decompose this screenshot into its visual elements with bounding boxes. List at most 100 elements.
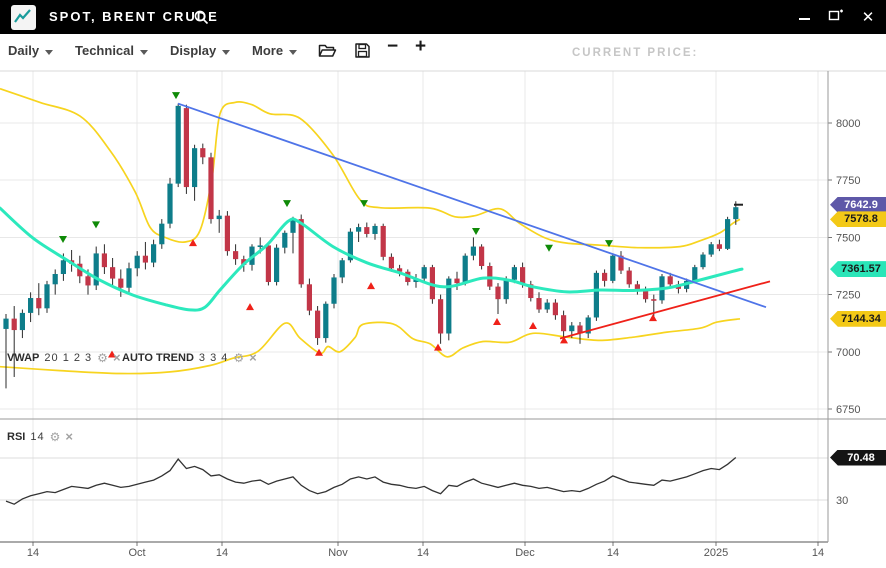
svg-text:Oct: Oct [128, 547, 145, 559]
candle [479, 244, 484, 269]
buy-signal-icon [529, 322, 537, 329]
candle [618, 251, 623, 274]
sell-signal-icon [472, 228, 480, 235]
svg-text:14: 14 [607, 547, 619, 559]
candle [36, 283, 41, 315]
gear-icon[interactable]: ⚙ [97, 352, 108, 364]
gear-icon[interactable]: ⚙ [233, 352, 244, 364]
candle [594, 271, 599, 321]
candle [94, 247, 99, 290]
toolbar: Daily Technical Display More − + CURRENT… [0, 34, 886, 70]
trend-lines [178, 104, 770, 339]
app-logo-icon [11, 5, 36, 30]
rsi-value-tag: 70.48 [830, 450, 886, 466]
buy-signal-icon [493, 318, 501, 325]
candle [126, 263, 131, 293]
grid-lines [0, 71, 832, 546]
chart-area[interactable]: 8000775075007250700067503014Oct14Nov14De… [0, 70, 886, 568]
candle [553, 299, 558, 320]
chevron-down-icon [45, 50, 53, 55]
candle [176, 104, 181, 188]
candle [110, 258, 115, 285]
menu-daily[interactable]: Daily [8, 43, 53, 58]
menu-display[interactable]: Display [170, 43, 230, 58]
candle [53, 269, 58, 294]
price-tag: 7642.9 [830, 197, 886, 213]
buy-signal-icon [367, 282, 375, 289]
candle [536, 292, 541, 313]
candle [184, 105, 189, 194]
chart-svg: 8000775075007250700067503014Oct14Nov14De… [0, 70, 886, 568]
svg-text:7250: 7250 [836, 290, 860, 302]
candle [471, 237, 476, 260]
svg-text:30: 30 [836, 495, 848, 507]
zoom-in-icon[interactable]: + [415, 36, 426, 58]
gear-icon[interactable]: ⚙ [50, 431, 61, 443]
trading-app-window: SPOT, BRENT CRUDE ✕ Daily Technical Disp… [0, 0, 886, 568]
candle [495, 283, 500, 314]
vwap-indicator-label: VWAP20 1 2 3 ⚙ × [7, 351, 121, 365]
save-icon[interactable] [354, 42, 371, 64]
sell-signal-icon [172, 92, 180, 99]
candle [118, 269, 123, 296]
axis-labels: 8000775075007250700067503014Oct14Nov14De… [27, 118, 861, 559]
svg-text:14: 14 [417, 547, 429, 559]
zoom-out-icon[interactable]: − [387, 36, 398, 58]
candle [725, 217, 730, 250]
auto-trend-indicator-label: AUTO TREND3 3 4 ⚙ × [122, 351, 257, 365]
menu-technical[interactable]: Technical [75, 43, 148, 58]
candle [28, 292, 33, 322]
candle [627, 267, 632, 288]
svg-text:7750: 7750 [836, 175, 860, 187]
candle [167, 178, 172, 228]
candle [340, 258, 345, 283]
sell-signal-icon [59, 236, 67, 243]
minimize-button[interactable] [796, 8, 812, 26]
svg-text:2025: 2025 [704, 547, 728, 559]
price-tag: 7144.34 [830, 311, 886, 327]
candle [307, 279, 312, 316]
menu-more[interactable]: More [252, 43, 297, 58]
close-icon[interactable]: × [249, 352, 257, 364]
candle [274, 244, 279, 285]
candle [717, 240, 722, 251]
candle [356, 224, 361, 242]
candle [586, 315, 591, 338]
candle [266, 242, 271, 285]
candle [545, 299, 550, 313]
candle [225, 211, 230, 256]
chevron-down-icon [140, 50, 148, 55]
candle [208, 153, 213, 224]
price-tag: 7361.57 [830, 261, 886, 277]
svg-text:7000: 7000 [836, 347, 860, 359]
chevron-down-icon [222, 50, 230, 55]
svg-text:Nov: Nov [328, 547, 348, 559]
candle [315, 306, 320, 345]
close-icon[interactable]: × [65, 431, 73, 443]
svg-text:14: 14 [216, 547, 228, 559]
candle [438, 295, 443, 344]
candle [602, 269, 607, 286]
candle [454, 272, 459, 290]
close-button[interactable]: ✕ [860, 10, 876, 25]
candle [700, 252, 705, 269]
svg-text:6750: 6750 [836, 404, 860, 416]
candle [192, 145, 197, 201]
open-folder-icon[interactable] [318, 42, 337, 64]
buy-signal-icon [649, 314, 657, 321]
current-price-label: CURRENT PRICE: [572, 47, 698, 59]
candle [331, 274, 336, 308]
candle [323, 301, 328, 342]
candle [143, 242, 148, 269]
candle [635, 281, 640, 295]
popout-button[interactable] [828, 7, 844, 27]
candle [233, 244, 238, 265]
sell-signal-icon [92, 221, 100, 228]
rsi-line [6, 458, 736, 505]
close-icon[interactable]: × [113, 352, 121, 364]
price-tag: 7578.8 [830, 211, 886, 227]
search-icon[interactable] [193, 9, 210, 31]
candle [159, 219, 164, 249]
candle [463, 253, 468, 285]
candle [528, 281, 533, 302]
